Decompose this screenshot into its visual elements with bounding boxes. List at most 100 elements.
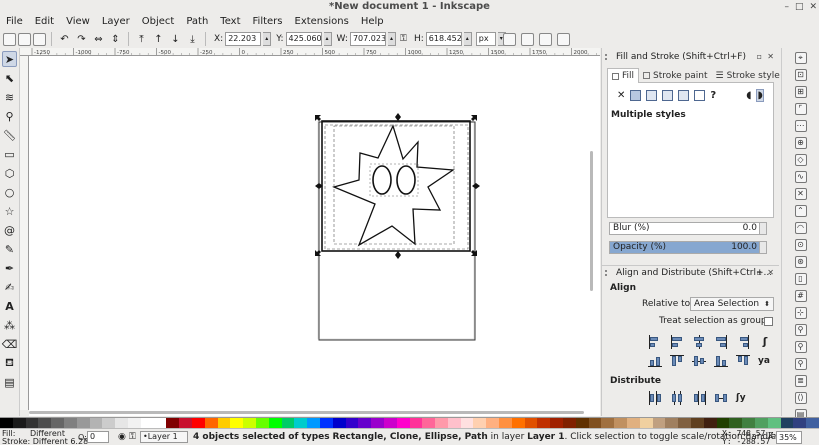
layer-lock-icon[interactable]: ⚿ bbox=[129, 432, 136, 442]
opacity-slider[interactable]: Opacity (%) 100.0 bbox=[609, 241, 767, 254]
menu-edit[interactable]: Edit bbox=[29, 14, 60, 30]
lower-icon[interactable]: ↓ bbox=[168, 31, 183, 47]
palette-swatch[interactable] bbox=[435, 418, 448, 428]
palette-swatch[interactable] bbox=[25, 418, 39, 428]
palette-swatch[interactable] bbox=[806, 418, 819, 428]
radial-gradient-icon[interactable] bbox=[662, 90, 674, 101]
palette-swatch[interactable] bbox=[255, 418, 269, 428]
distribute-centers-h-icon[interactable] bbox=[670, 391, 684, 405]
scale-stroke-icon[interactable] bbox=[503, 32, 516, 46]
zoom-page-icon[interactable]: ⚲ bbox=[794, 341, 807, 353]
palette-swatch[interactable] bbox=[127, 418, 141, 428]
palette-swatch[interactable] bbox=[703, 418, 717, 428]
menu-layer[interactable]: Layer bbox=[96, 14, 136, 30]
align-right-edges-icon[interactable] bbox=[714, 335, 728, 349]
align-baseline-vertical-icon[interactable]: ya bbox=[758, 354, 772, 368]
raise-to-top-icon[interactable]: ⤒ bbox=[134, 31, 149, 47]
layer-select[interactable]: •Layer 1 bbox=[140, 431, 188, 443]
align-top-edges-icon[interactable] bbox=[670, 354, 684, 368]
snap-toggle-icon[interactable]: ⌖ bbox=[794, 52, 807, 64]
handle-top-left[interactable] bbox=[315, 115, 321, 121]
tab-stroke-paint[interactable]: Stroke paint bbox=[639, 68, 712, 83]
star-tool-icon[interactable]: ☆ bbox=[2, 203, 17, 219]
snap-intersection-icon[interactable]: ✕ bbox=[794, 188, 807, 200]
calligraphy-tool-icon[interactable]: ✍ bbox=[2, 279, 17, 295]
palette-swatch[interactable] bbox=[179, 418, 192, 428]
palette-swatch[interactable] bbox=[652, 418, 666, 428]
zoom-input[interactable]: 35% bbox=[776, 431, 802, 444]
menu-filters[interactable]: Filters bbox=[247, 14, 289, 30]
palette-swatch[interactable] bbox=[447, 418, 461, 428]
palette-swatch[interactable] bbox=[793, 418, 807, 428]
horizontal-scroll-thumb[interactable] bbox=[29, 411, 584, 414]
opacity-spinner[interactable] bbox=[759, 242, 766, 253]
palette-swatch[interactable] bbox=[601, 418, 615, 428]
align-right-to-left-anchor-icon[interactable] bbox=[648, 335, 662, 349]
palette-swatch[interactable] bbox=[511, 418, 525, 428]
measure-tool-icon[interactable]: 📏︎ bbox=[2, 127, 17, 143]
distribute-baselines-icon[interactable]: ʃy bbox=[736, 391, 750, 405]
dock-grip-icon[interactable] bbox=[605, 270, 611, 276]
handle-top-center[interactable] bbox=[395, 113, 401, 121]
zoom-selection-icon[interactable]: ⚲ bbox=[794, 358, 807, 370]
height-input[interactable]: 618.452 bbox=[425, 32, 462, 46]
tab-stroke-style[interactable]: ☰ Stroke style bbox=[712, 68, 784, 83]
palette-swatch[interactable] bbox=[230, 418, 244, 428]
palette-swatch[interactable] bbox=[396, 418, 410, 428]
fill-rule-nonzero-icon[interactable]: ◗ bbox=[756, 89, 764, 102]
handle-top-right[interactable] bbox=[471, 115, 477, 121]
deselect-icon[interactable] bbox=[33, 32, 46, 46]
snap-nodes-icon[interactable]: ◇ bbox=[794, 154, 807, 166]
flip-vertical-icon[interactable]: ⇕ bbox=[108, 31, 123, 47]
align-text-baseline-icon[interactable]: ʃ bbox=[758, 335, 772, 349]
palette-swatch[interactable] bbox=[627, 418, 640, 428]
move-patterns-icon[interactable] bbox=[557, 32, 570, 46]
y-input[interactable]: 425.060 bbox=[285, 32, 322, 46]
text-tool-icon[interactable]: A bbox=[2, 298, 17, 314]
palette-swatch[interactable] bbox=[524, 418, 538, 428]
snap-midpoint-icon[interactable]: ⋯ bbox=[794, 120, 807, 132]
distribute-gaps-h-icon[interactable] bbox=[714, 391, 728, 405]
palette-swatch[interactable] bbox=[51, 418, 64, 428]
palette-swatch[interactable] bbox=[550, 418, 564, 428]
opacity-value[interactable]: 100.0 bbox=[731, 242, 757, 253]
menu-path[interactable]: Path bbox=[180, 14, 214, 30]
treat-as-group-checkbox[interactable] bbox=[764, 317, 773, 326]
palette-swatch[interactable] bbox=[486, 418, 500, 428]
canvas[interactable] bbox=[29, 56, 600, 408]
rotate-ccw-icon[interactable]: ↶ bbox=[57, 31, 72, 47]
dock-grip-icon[interactable] bbox=[605, 54, 611, 60]
3d-box-tool-icon[interactable]: ⬡ bbox=[2, 165, 17, 181]
iconify-icon[interactable]: ▫ bbox=[757, 50, 762, 64]
snap-object-center-icon[interactable]: ⊙ bbox=[794, 239, 807, 251]
y-spinner[interactable]: ▴ bbox=[323, 32, 332, 46]
palette-swatch[interactable] bbox=[319, 418, 333, 428]
palette-swatch[interactable] bbox=[767, 418, 781, 428]
left-eye-ellipse[interactable] bbox=[372, 165, 392, 195]
linear-gradient-icon[interactable] bbox=[646, 90, 658, 101]
eraser-tool-icon[interactable]: ⌫ bbox=[2, 336, 18, 352]
style-indicator[interactable]: Fill: Different Stroke: Different 6.28 bbox=[2, 430, 88, 445]
pencil-tool-icon[interactable]: ✎ bbox=[2, 241, 17, 257]
x-input[interactable]: 22.203 bbox=[225, 32, 262, 46]
menu-help[interactable]: Help bbox=[355, 14, 390, 30]
selector-tool-icon[interactable]: ➤ bbox=[2, 51, 17, 67]
palette-swatch[interactable] bbox=[614, 418, 628, 428]
palette-swatch[interactable] bbox=[217, 418, 231, 428]
rectangle-tool-icon[interactable]: ▭ bbox=[2, 146, 17, 162]
align-left-edges-icon[interactable] bbox=[670, 335, 684, 349]
close-icon[interactable]: ✕ bbox=[809, 2, 817, 12]
palette-swatch[interactable] bbox=[307, 418, 320, 428]
gradient-tool-icon[interactable]: ▤ bbox=[2, 374, 17, 390]
palette-swatch[interactable] bbox=[563, 418, 576, 428]
tab-fill[interactable]: Fill bbox=[607, 68, 640, 83]
palette-swatch[interactable] bbox=[204, 418, 218, 428]
close-icon[interactable]: ✕ bbox=[767, 266, 774, 280]
blur-slider[interactable]: Blur (%) 0.0 bbox=[609, 222, 767, 235]
fill-rule-evenodd-icon[interactable]: ◖ bbox=[746, 90, 751, 101]
palette-swatch[interactable] bbox=[729, 418, 743, 428]
flat-color-icon[interactable] bbox=[630, 90, 642, 101]
snap-page-icon[interactable]: ▯ bbox=[794, 273, 807, 285]
spiral-tool-icon[interactable]: @ bbox=[2, 222, 17, 238]
palette-swatch[interactable] bbox=[166, 418, 180, 428]
